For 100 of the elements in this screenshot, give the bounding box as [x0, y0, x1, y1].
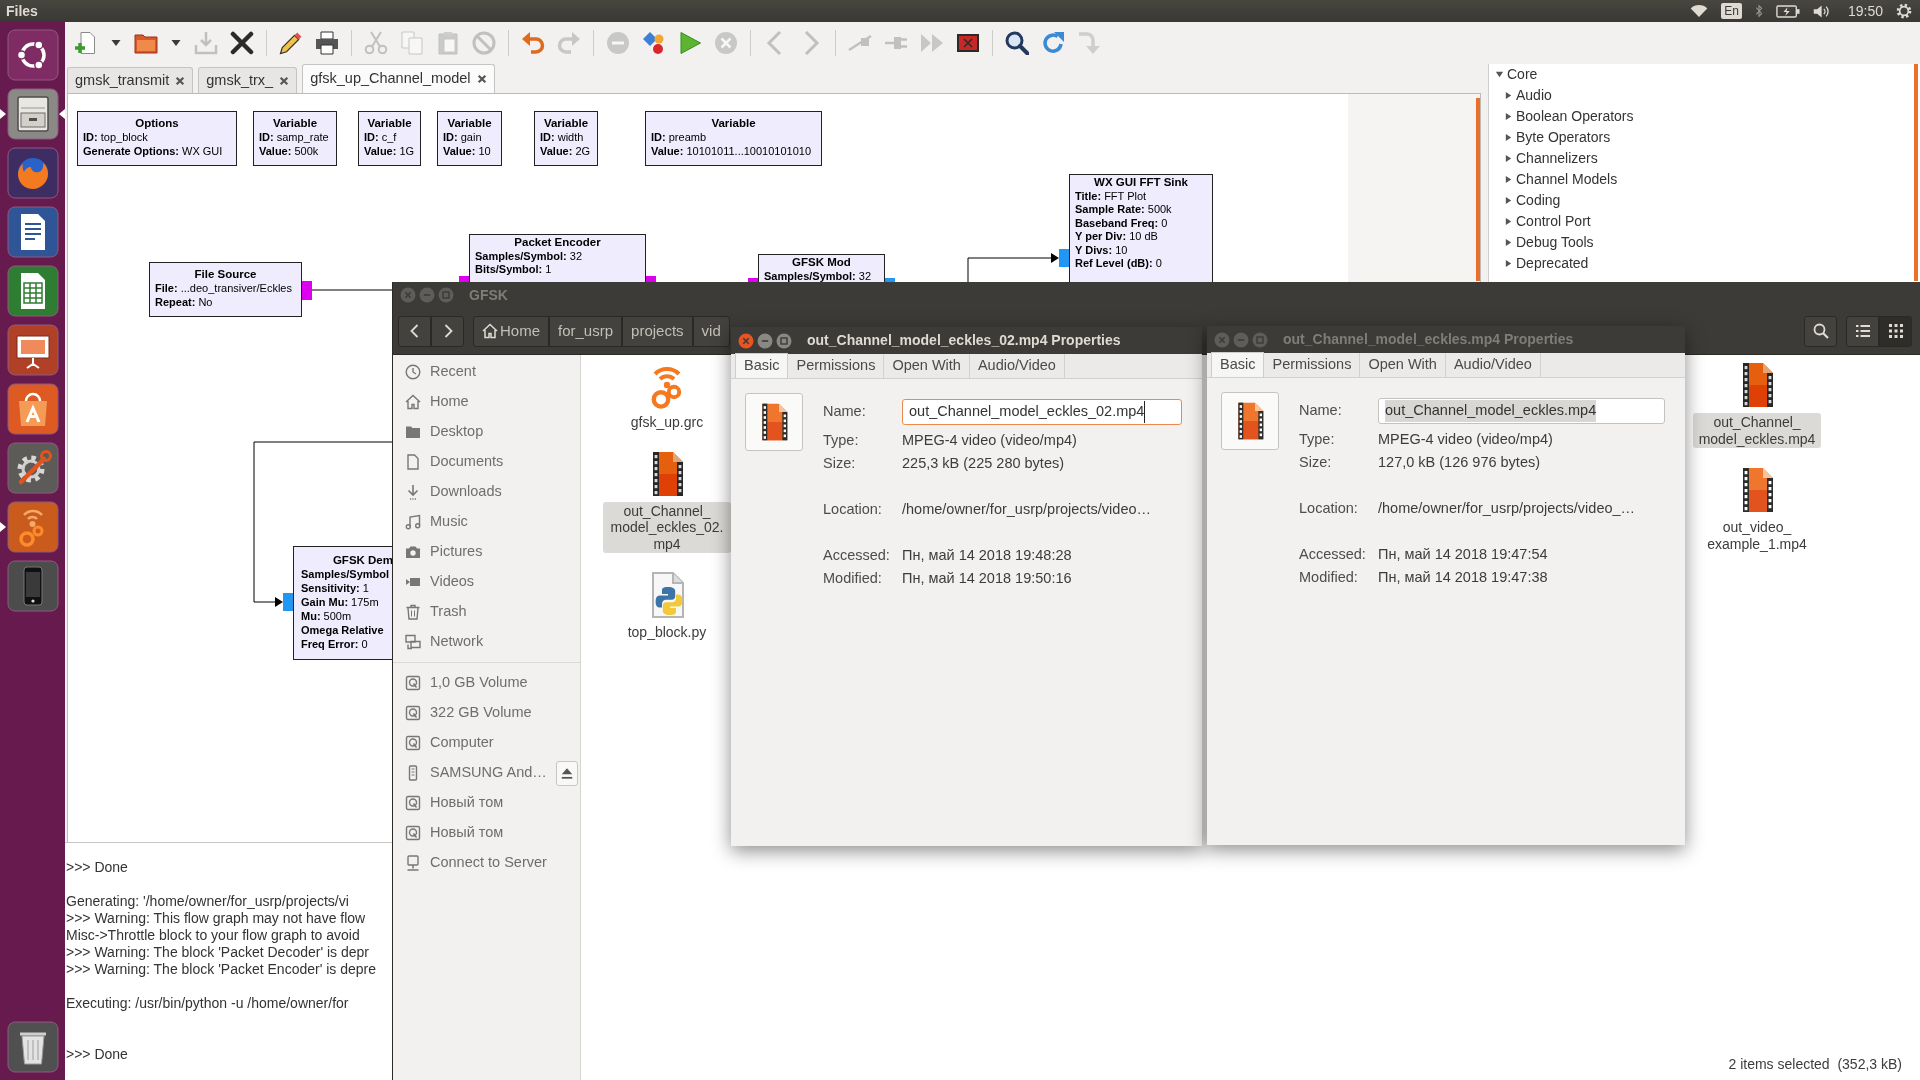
sidebar-item[interactable]: Pictures: [430, 541, 483, 563]
sidebar-item[interactable]: Downloads: [430, 481, 502, 503]
tree-item[interactable]: Control Port: [1516, 211, 1591, 232]
file-name[interactable]: out_video_example_1.mp4: [1693, 518, 1821, 553]
path-button[interactable]: Home: [473, 315, 549, 347]
file-name[interactable]: out_Channel_model_eckles_02.mp4: [603, 501, 731, 553]
expander-icon[interactable]: [1495, 70, 1504, 79]
flow-block[interactable]: Variable ID: samp_rate Value: 500k: [253, 111, 337, 166]
maximize-icon[interactable]: [776, 332, 792, 349]
path-button[interactable]: projects: [622, 315, 693, 347]
back-button[interactable]: [398, 315, 431, 347]
tab[interactable]: Audio/Video: [969, 354, 1065, 378]
name-field[interactable]: out_Channel_model_eckles.mp4: [1378, 398, 1665, 424]
sidebar-item[interactable]: SAMSUNG And…: [430, 762, 547, 784]
tree-item[interactable]: Debug Tools: [1516, 232, 1594, 253]
flow-block[interactable]: Variable ID: c_f Value: 1G: [358, 111, 421, 166]
printer-icon[interactable]: [315, 31, 339, 55]
sidebar-item[interactable]: Desktop: [430, 421, 484, 443]
shapes-icon[interactable]: [642, 31, 666, 55]
expander-icon[interactable]: [1504, 196, 1513, 205]
sidebar-item[interactable]: 322 GB Volume: [430, 702, 532, 724]
new-page-icon[interactable]: [74, 31, 98, 55]
path-button[interactable]: vid: [692, 315, 730, 347]
name-field[interactable]: out_Channel_model_eckles_02.mp4: [902, 399, 1182, 425]
bluetooth-icon[interactable]: [1754, 3, 1763, 19]
scrollbar[interactable]: [1914, 64, 1918, 281]
tab[interactable]: Basic: [1211, 352, 1265, 377]
close-icon[interactable]: [175, 75, 186, 86]
list-view-button[interactable]: [1846, 315, 1879, 347]
tab[interactable]: gmsk_trx_: [198, 67, 298, 93]
volume-icon[interactable]: [1812, 3, 1831, 19]
caret-icon[interactable]: [171, 38, 181, 48]
sidebar-item[interactable]: Recent: [430, 361, 476, 383]
scrollbar[interactable]: [1476, 98, 1480, 281]
play-icon[interactable]: [678, 31, 702, 55]
expander-icon[interactable]: [1504, 175, 1513, 184]
expander-icon[interactable]: [1504, 91, 1513, 100]
search-button[interactable]: [1804, 315, 1837, 347]
tab[interactable]: gfsk_up_Channel_model: [302, 64, 495, 93]
search-icon[interactable]: [1005, 31, 1029, 55]
file-icon-button[interactable]: [1221, 392, 1279, 450]
path-button[interactable]: for_usrp: [549, 315, 623, 347]
keyboard-layout-indicator[interactable]: En: [1721, 3, 1742, 19]
tab[interactable]: Audio/Video: [1445, 353, 1541, 377]
tab[interactable]: Permissions: [788, 354, 885, 378]
close-icon[interactable]: [230, 31, 254, 55]
flow-block[interactable]: File Source File: ...deo_transiver/Eckles Repeat: No: [149, 262, 302, 317]
flow-block[interactable]: Options ID: top_block Generate Options: WX GUI: [77, 111, 237, 166]
folder-icon[interactable]: [134, 31, 158, 55]
expander-icon[interactable]: [1504, 238, 1513, 247]
sidebar-item[interactable]: Documents: [430, 451, 504, 473]
screen-icon[interactable]: [956, 31, 980, 55]
caret-icon[interactable]: [111, 38, 121, 48]
file-name[interactable]: out_Channel_model_eckles.mp4: [1693, 413, 1821, 448]
close-icon[interactable]: [476, 74, 487, 84]
undo-icon[interactable]: [521, 31, 545, 55]
flow-block[interactable]: GFSK Mod Samples/Symbol: 32: [758, 254, 885, 282]
flow-block[interactable]: Variable ID: width Value: 2G: [534, 111, 598, 166]
gear-icon[interactable]: [1896, 3, 1912, 19]
sidebar-item[interactable]: Home: [430, 391, 469, 413]
eject-button[interactable]: [555, 760, 578, 786]
tree-item[interactable]: Boolean Operators: [1516, 106, 1634, 127]
tab[interactable]: Permissions: [1264, 353, 1361, 377]
flow-block[interactable]: Packet Encoder Samples/Symbol: 32 Bits/Symbol: 1: [469, 234, 646, 282]
flow-block[interactable]: Variable ID: preamb Value: 10101011...10010101010: [645, 111, 822, 166]
close-icon[interactable]: [279, 75, 290, 86]
tree-item[interactable]: Core: [1507, 64, 1538, 85]
tab[interactable]: Open With: [884, 354, 970, 378]
clock-time[interactable]: 19:50: [1847, 0, 1883, 22]
flow-block[interactable]: GFSK Dem Samples/Symbol Sensitivity: 1 Gain Mu: 175m Mu: 500m Omega Relative Freq Error: 0: [293, 546, 393, 660]
sidebar-item[interactable]: Trash: [430, 601, 467, 623]
file-name[interactable]: gfsk_up.grc: [628, 413, 706, 432]
expander-icon[interactable]: [1504, 133, 1513, 142]
tree-item[interactable]: Channel Models: [1516, 169, 1618, 190]
tab[interactable]: gmsk_transmit: [67, 67, 194, 93]
tree-item[interactable]: Audio: [1516, 85, 1552, 106]
file-name[interactable]: top_block.py: [625, 623, 709, 642]
tree-item[interactable]: Coding: [1516, 190, 1561, 211]
sidebar-item[interactable]: Новый том: [430, 822, 504, 844]
sidebar-item[interactable]: Music: [430, 511, 468, 533]
tree-item[interactable]: Byte Operators: [1516, 127, 1611, 148]
sidebar-item[interactable]: 1,0 GB Volume: [430, 672, 528, 694]
pencil-icon[interactable]: [279, 31, 303, 55]
sidebar-item[interactable]: Videos: [430, 571, 475, 593]
battery-icon[interactable]: [1775, 4, 1800, 18]
expander-icon[interactable]: [1504, 259, 1513, 268]
tree-item[interactable]: Channelizers: [1516, 148, 1598, 169]
expander-icon[interactable]: [1504, 112, 1513, 121]
tab[interactable]: Open With: [1360, 353, 1446, 377]
flow-block[interactable]: WX GUI FFT Sink Title: FFT Plot Sample Rate: 500k Baseband Freq: 0 Y per Div: 10 dB Y Divs: 10 Ref Level (dB): 0: [1069, 174, 1213, 282]
tab[interactable]: Basic: [735, 353, 789, 378]
sidebar-item[interactable]: Network: [430, 631, 484, 653]
forward-button[interactable]: [431, 315, 464, 347]
expander-icon[interactable]: [1504, 154, 1513, 163]
file-icon-button[interactable]: [745, 393, 803, 451]
sidebar-item[interactable]: Connect to Server: [430, 852, 547, 874]
flow-block[interactable]: Variable ID: gain Value: 10: [437, 111, 502, 166]
wifi-icon[interactable]: [1690, 4, 1709, 18]
minimize-icon[interactable]: [757, 332, 773, 349]
launcher-button[interactable]: [0, 88, 65, 140]
